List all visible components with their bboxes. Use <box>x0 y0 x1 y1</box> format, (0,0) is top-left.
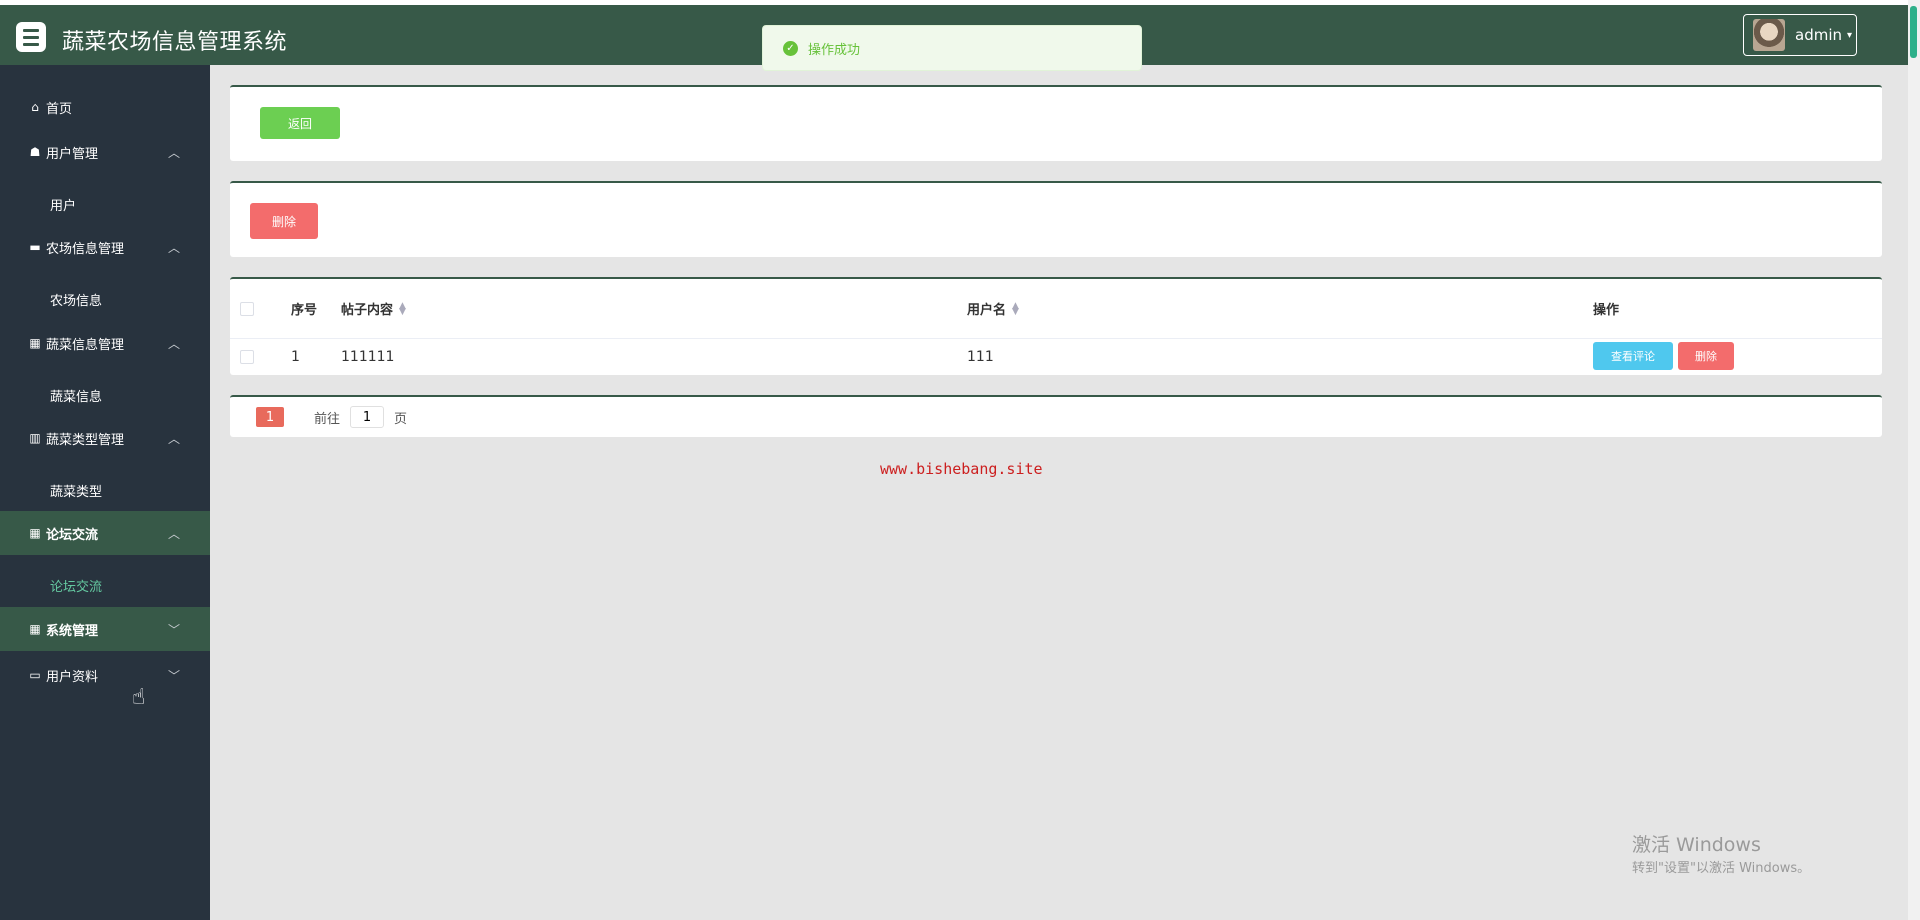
success-toast: ✓ 操作成功 <box>762 25 1142 71</box>
calendar-icon: ▭ <box>29 668 41 682</box>
table-header: 序号 帖子内容 ▲ ▼ 用户名 ▲ ▼ 操作 <box>230 279 1882 339</box>
column-header-actions: 操作 <box>1593 303 1620 318</box>
hamburger-icon-bar <box>23 28 39 32</box>
hamburger-icon-bar <box>23 42 39 46</box>
sidebar-subitem-farm-info[interactable]: 农场信息 <box>0 277 210 321</box>
view-comments-button[interactable]: 查看评论 <box>1593 342 1673 370</box>
chevron-up-icon: ︿ <box>167 146 180 160</box>
site-watermark: www.bishebang.site <box>880 460 1043 478</box>
chevron-up-icon: ︿ <box>167 527 180 541</box>
grid-icon: ▦ <box>29 622 41 636</box>
column-header-label: 用户名 <box>967 303 1007 318</box>
sidebar-item-label: 蔬菜信息 <box>50 389 103 405</box>
row-checkbox[interactable] <box>240 350 254 364</box>
page-scrollbar[interactable] <box>1908 0 1920 920</box>
sidebar-item-user-management[interactable]: ☗ 用户管理 ︿ <box>0 130 210 174</box>
sidebar-item-label: 用户资料 <box>46 669 99 685</box>
chart-icon: ▥ <box>29 431 41 445</box>
windows-activation-title: 激活 Windows <box>1632 834 1761 856</box>
sidebar-item-system-management[interactable]: ▦ 系统管理 ﹀ <box>0 607 210 651</box>
table-row: 1 111111 111 查看评论 删除 <box>230 339 1882 375</box>
check-circle-icon: ✓ <box>783 40 798 56</box>
grid-icon: ▦ <box>29 336 41 350</box>
sidebar-item-label: 首页 <box>46 101 73 117</box>
sort-icon[interactable]: ▲ ▼ <box>1012 301 1019 316</box>
user-menu-button[interactable]: admin ▾ <box>1743 14 1857 56</box>
column-header-index: 序号 <box>291 303 318 318</box>
menu-toggle-button[interactable] <box>16 22 46 52</box>
posts-table: 序号 帖子内容 ▲ ▼ 用户名 ▲ ▼ 操作 1 111111 111 查看评论 删… <box>230 277 1882 375</box>
sidebar-item-label: 农场信息 <box>50 293 103 309</box>
home-icon: ⌂ <box>31 100 39 114</box>
chevron-down-icon: ﹀ <box>167 669 180 683</box>
page-suffix-label: 页 <box>394 411 408 427</box>
page-number-current[interactable]: 1 <box>256 407 284 427</box>
sidebar-subitem-user[interactable]: 用户 <box>0 182 210 226</box>
goto-page: 前往 页 <box>314 406 408 428</box>
select-all-checkbox[interactable] <box>240 301 254 316</box>
cell-content: 111111 <box>341 349 395 365</box>
chevron-up-icon: ︿ <box>167 337 180 351</box>
sidebar-item-vegetable-management[interactable]: ▦ 蔬菜信息管理 ︿ <box>0 321 210 365</box>
sidebar-item-label: 论坛交流 <box>50 579 103 595</box>
bulk-delete-button[interactable]: 删除 <box>250 203 318 239</box>
username-label: admin <box>1795 26 1842 44</box>
chevron-up-icon: ︿ <box>167 241 180 255</box>
chevron-up-icon: ︿ <box>167 432 180 446</box>
back-button[interactable]: 返回 <box>260 107 340 139</box>
sidebar-subitem-forum[interactable]: 论坛交流 <box>0 563 210 607</box>
row-checkbox-cell <box>240 339 254 375</box>
sidebar-item-label: 系统管理 <box>46 623 99 639</box>
sort-icon[interactable]: ▲ ▼ <box>399 301 406 316</box>
hand-cursor-icon: ☝ <box>132 685 146 710</box>
users-icon: ☗ <box>29 145 41 159</box>
sidebar-item-forum[interactable]: ▦ 论坛交流 ︿ <box>0 511 210 555</box>
sidebar: ⌂ 首页 ☗ 用户管理 ︿ 用户 ▬ 农场信息管理 ︿ 农场信息 ▦ 蔬菜信息管… <box>0 65 210 920</box>
column-header-content[interactable]: 帖子内容 ▲ ▼ <box>341 279 406 338</box>
sidebar-subitem-vegetable-info[interactable]: 蔬菜信息 <box>0 373 210 417</box>
goto-page-input[interactable] <box>350 406 385 428</box>
sidebar-item-farm-management[interactable]: ▬ 农场信息管理 ︿ <box>0 225 210 269</box>
ticket-icon: ▬ <box>29 240 41 254</box>
sidebar-item-label: 用户管理 <box>46 146 99 162</box>
cell-username: 111 <box>967 349 994 365</box>
sidebar-item-label: 蔬菜类型 <box>50 484 103 500</box>
select-all-checkbox-cell <box>240 279 254 338</box>
bulk-action-panel: 删除 <box>230 181 1882 257</box>
cell-index: 1 <box>291 349 300 365</box>
app-title: 蔬菜农场信息管理系统 <box>62 30 288 55</box>
sidebar-subitem-vegetable-type[interactable]: 蔬菜类型 <box>0 468 210 512</box>
sidebar-item-label: 论坛交流 <box>46 527 99 543</box>
sidebar-item-vegetable-type-management[interactable]: ▥ 蔬菜类型管理 ︿ <box>0 416 210 460</box>
pagination: 1 前往 页 <box>230 395 1882 437</box>
column-header-label: 帖子内容 <box>341 303 394 318</box>
avatar <box>1753 19 1785 51</box>
goto-label: 前往 <box>314 411 341 427</box>
sidebar-item-label: 农场信息管理 <box>46 241 125 257</box>
sidebar-item-label: 用户 <box>50 198 77 214</box>
toast-message: 操作成功 <box>808 42 861 58</box>
column-header-username[interactable]: 用户名 ▲ ▼ <box>967 279 1019 338</box>
windows-activation-subtitle: 转到"设置"以激活 Windows。 <box>1632 861 1811 876</box>
caret-down-icon: ▾ <box>1847 29 1853 41</box>
sidebar-item-label: 蔬菜类型管理 <box>46 432 125 448</box>
hamburger-icon-bar <box>23 35 39 39</box>
sidebar-item-user-profile[interactable]: ▭ 用户资料 ﹀ <box>0 653 210 697</box>
scrollbar-thumb[interactable] <box>1910 6 1917 58</box>
chevron-down-icon: ﹀ <box>167 623 180 637</box>
row-delete-button[interactable]: 删除 <box>1678 342 1734 370</box>
grid-icon: ▦ <box>29 526 41 540</box>
sidebar-item-home[interactable]: ⌂ 首页 <box>0 85 210 129</box>
back-panel: 返回 <box>230 85 1882 161</box>
sidebar-item-label: 蔬菜信息管理 <box>46 337 125 353</box>
